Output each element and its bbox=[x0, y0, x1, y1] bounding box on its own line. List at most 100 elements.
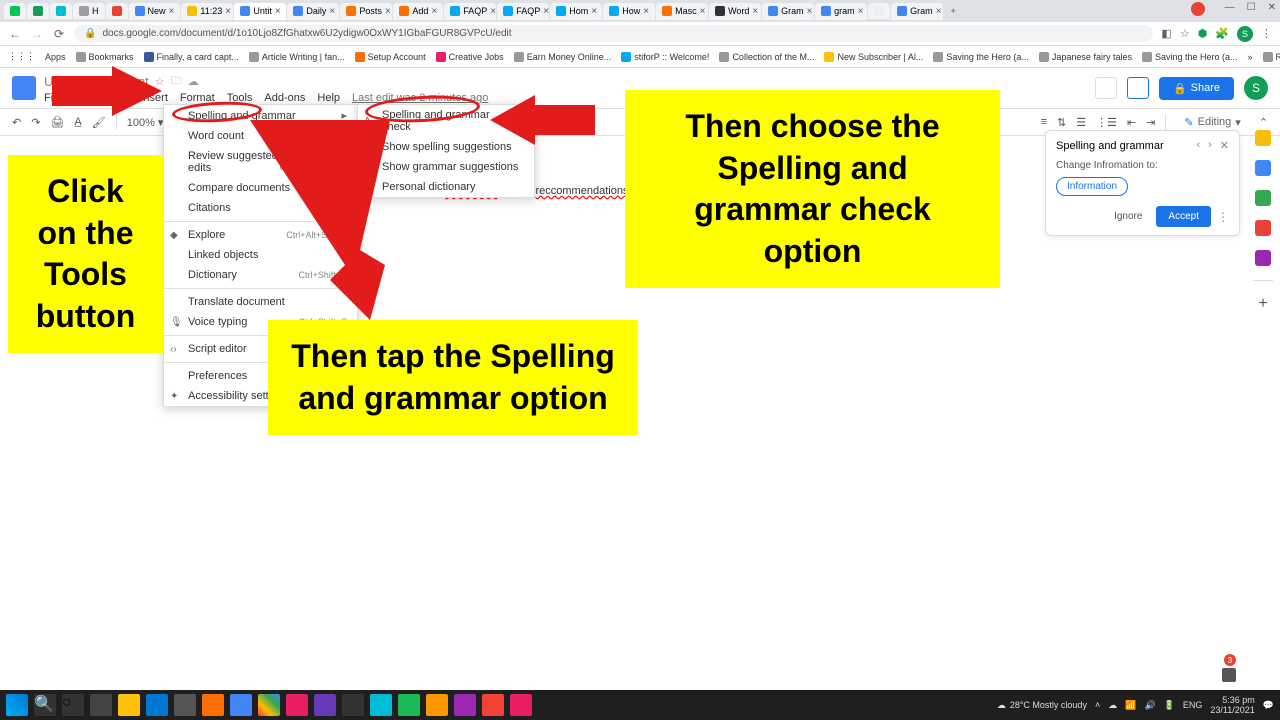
tab-active[interactable]: Untit× bbox=[234, 3, 286, 20]
tab[interactable]: FAQP× bbox=[444, 3, 496, 20]
maps-icon[interactable] bbox=[1255, 250, 1271, 266]
tab[interactable]: Masc× bbox=[656, 3, 708, 20]
comment-history-icon[interactable] bbox=[1095, 77, 1117, 99]
close-icon[interactable]: × bbox=[225, 6, 231, 17]
bookmark[interactable]: Saving the Hero (a... bbox=[1142, 52, 1238, 62]
tab[interactable]: Hom× bbox=[550, 3, 602, 20]
notification-badge[interactable]: 3 bbox=[1224, 654, 1236, 666]
tab[interactable]: How× bbox=[603, 3, 655, 20]
battery-icon[interactable]: 🔋 bbox=[1164, 700, 1175, 711]
tray-chevron-icon[interactable]: ˄ bbox=[1095, 700, 1100, 710]
accept-button[interactable]: Accept bbox=[1156, 206, 1211, 227]
bookmark[interactable]: Bookmarks bbox=[76, 52, 134, 62]
close-icon[interactable]: × bbox=[329, 6, 335, 17]
tab[interactable]: Daily× bbox=[287, 3, 339, 20]
search-icon[interactable]: 🔍 bbox=[34, 694, 56, 716]
close-icon[interactable]: × bbox=[591, 6, 597, 17]
close-icon[interactable]: × bbox=[752, 6, 758, 17]
bookmark[interactable]: Japanese fairy tales bbox=[1039, 52, 1132, 62]
app-icon[interactable] bbox=[426, 694, 448, 716]
tasks-icon[interactable] bbox=[1255, 190, 1271, 206]
task-view-icon[interactable] bbox=[90, 694, 112, 716]
profile-icon[interactable] bbox=[1191, 2, 1205, 16]
paint-format-icon[interactable]: 🖌 bbox=[92, 116, 106, 129]
close-icon[interactable]: × bbox=[700, 6, 706, 17]
editing-mode-button[interactable]: ✎Editing ▾ bbox=[1176, 114, 1248, 131]
cortana-icon[interactable]: ○ bbox=[62, 694, 84, 716]
zoom-select[interactable]: 100% ▾ bbox=[127, 116, 164, 129]
close-icon[interactable]: × bbox=[169, 6, 175, 17]
tab[interactable]: H bbox=[73, 3, 105, 19]
menu-icon[interactable]: ⋮ bbox=[1261, 27, 1272, 40]
more-bookmarks-icon[interactable]: » bbox=[1248, 52, 1253, 62]
maximize-icon[interactable]: ☐ bbox=[1247, 2, 1256, 16]
redo-icon[interactable]: ↷ bbox=[31, 116, 40, 129]
menu-help[interactable]: Help bbox=[317, 92, 340, 104]
bookmark[interactable]: Creative Jobs bbox=[436, 52, 504, 62]
indent-icon[interactable]: ⇤ bbox=[1127, 116, 1136, 129]
app-icon[interactable] bbox=[230, 694, 252, 716]
avatar-icon[interactable]: S bbox=[1237, 26, 1253, 42]
clock-time[interactable]: 5:36 pm bbox=[1210, 695, 1254, 705]
language-indicator[interactable]: ENG bbox=[1183, 700, 1203, 710]
extension-icon[interactable]: ◧ bbox=[1161, 27, 1171, 40]
volume-icon[interactable]: 🔊 bbox=[1144, 700, 1155, 711]
bookmark[interactable]: Setup Account bbox=[355, 52, 426, 62]
close-icon[interactable]: × bbox=[936, 6, 942, 17]
apps-icon[interactable]: ⋮⋮⋮ bbox=[8, 51, 35, 62]
close-icon[interactable]: × bbox=[858, 6, 864, 17]
app-icon[interactable] bbox=[146, 694, 168, 716]
ignore-button[interactable]: Ignore bbox=[1106, 207, 1150, 226]
move-icon[interactable]: 🗀 bbox=[171, 72, 182, 91]
explore-button[interactable] bbox=[1222, 668, 1236, 682]
extension-icon[interactable]: ⬢ bbox=[1198, 27, 1208, 40]
share-button[interactable]: 🔒Share bbox=[1159, 77, 1234, 100]
more-icon[interactable]: ⋮ bbox=[1217, 210, 1229, 224]
list-icon[interactable]: ☰ bbox=[1076, 116, 1086, 129]
close-icon[interactable]: × bbox=[490, 6, 496, 17]
undo-icon[interactable]: ↶ bbox=[12, 116, 21, 129]
calendar-icon[interactable] bbox=[1255, 130, 1271, 146]
reading-list[interactable]: Reading list bbox=[1263, 52, 1280, 62]
menu-addons[interactable]: Add-ons bbox=[264, 92, 305, 104]
tab[interactable] bbox=[27, 3, 49, 19]
bookmark[interactable]: Article Writing | fan... bbox=[249, 52, 345, 62]
spellcheck-icon[interactable]: A̲ bbox=[74, 116, 81, 128]
suggestion-chip[interactable]: Information bbox=[1056, 177, 1128, 196]
close-icon[interactable]: × bbox=[543, 6, 549, 17]
tab[interactable]: New× bbox=[129, 3, 181, 20]
chrome-icon[interactable] bbox=[258, 694, 280, 716]
indent-icon[interactable]: ⇥ bbox=[1146, 116, 1155, 129]
print-icon[interactable]: 🖨 bbox=[50, 116, 64, 129]
close-icon[interactable]: ✕ bbox=[1220, 139, 1229, 152]
tab[interactable]: Word× bbox=[709, 3, 761, 20]
tab[interactable] bbox=[868, 3, 890, 19]
tab[interactable]: Posts× bbox=[340, 3, 392, 20]
extension-icon[interactable]: 🧩 bbox=[1215, 27, 1229, 40]
user-avatar[interactable]: S bbox=[1244, 76, 1268, 100]
app-icon[interactable] bbox=[286, 694, 308, 716]
contacts-icon[interactable] bbox=[1255, 220, 1271, 236]
list-icon[interactable]: ⋮☰ bbox=[1096, 116, 1117, 129]
tab[interactable]: Add× bbox=[393, 3, 443, 20]
close-icon[interactable]: × bbox=[807, 6, 813, 17]
new-tab-button[interactable]: + bbox=[944, 2, 962, 20]
url-input[interactable]: 🔒 docs.google.com/document/d/1o10Ljo8ZfG… bbox=[74, 25, 1153, 42]
align-icon[interactable]: ≡ bbox=[1041, 116, 1047, 128]
clock-date[interactable]: 23/11/2021 bbox=[1210, 705, 1254, 715]
tab[interactable] bbox=[50, 3, 72, 19]
prev-icon[interactable]: ‹ bbox=[1196, 139, 1200, 152]
app-icon[interactable] bbox=[342, 694, 364, 716]
app-icon[interactable] bbox=[174, 694, 196, 716]
app-icon[interactable] bbox=[510, 694, 532, 716]
close-icon[interactable]: × bbox=[275, 6, 281, 17]
cloud-icon[interactable]: ☁ bbox=[188, 75, 199, 88]
start-icon[interactable] bbox=[6, 694, 28, 716]
keep-icon[interactable] bbox=[1255, 160, 1271, 176]
back-icon[interactable]: ← bbox=[8, 27, 22, 41]
app-icon[interactable] bbox=[118, 694, 140, 716]
tab[interactable]: 11:23× bbox=[181, 3, 233, 20]
next-icon[interactable]: › bbox=[1208, 139, 1212, 152]
bookmark[interactable]: New Subscriber | Al... bbox=[824, 52, 923, 62]
present-icon[interactable] bbox=[1127, 77, 1149, 99]
